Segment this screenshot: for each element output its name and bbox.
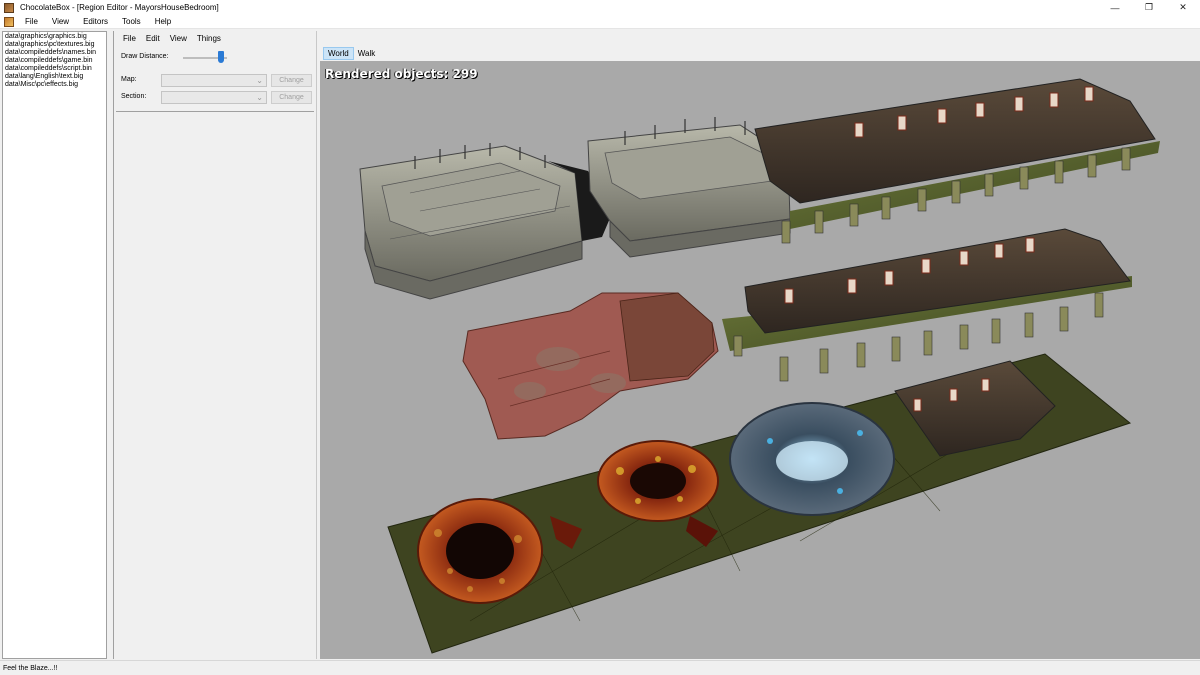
section-label: Section: bbox=[121, 93, 147, 100]
file-item[interactable]: data\graphics\pc\textures.big bbox=[5, 41, 104, 49]
chevron-down-icon: ⌄ bbox=[256, 76, 263, 85]
menu-help[interactable]: Help bbox=[148, 17, 178, 26]
editor-menu-things[interactable]: Things bbox=[192, 34, 226, 43]
stone-building-1 bbox=[359, 143, 613, 300]
file-item[interactable]: data\lang\English\text.big bbox=[5, 73, 104, 81]
main-menu-bar: File View Editors Tools Help bbox=[0, 15, 1200, 29]
mdi-window-icon[interactable] bbox=[4, 16, 14, 27]
section-change-button[interactable]: Change bbox=[271, 91, 312, 104]
menu-view[interactable]: View bbox=[45, 17, 76, 26]
treehouse-row-1 bbox=[754, 78, 1160, 244]
status-bar: Feel the Blaze...!! bbox=[0, 660, 1200, 675]
file-item[interactable]: data\Misc\pc\effects.big bbox=[5, 81, 104, 89]
map-select[interactable]: ⌄ bbox=[161, 74, 267, 87]
window-controls: — ❐ ✕ bbox=[1098, 0, 1200, 15]
menu-editors[interactable]: Editors bbox=[76, 17, 115, 26]
draw-distance-row: Draw Distance: bbox=[121, 49, 311, 63]
section-row: Section: bbox=[121, 93, 146, 100]
file-item[interactable]: data\compileddefs\game.bin bbox=[5, 57, 104, 65]
rendered-objects-counter: Rendered objects: 299 bbox=[325, 67, 478, 81]
region-editor-menu: File Edit View Things bbox=[114, 31, 316, 45]
tab-walk[interactable]: Walk bbox=[354, 47, 379, 60]
title-bar: ChocolateBox - [Region Editor - MayorsHo… bbox=[0, 0, 1200, 15]
window-title: ChocolateBox - [Region Editor - MayorsHo… bbox=[20, 3, 219, 12]
treehouse-row-2 bbox=[722, 228, 1132, 382]
pink-ruin bbox=[462, 292, 719, 440]
minimize-button[interactable]: — bbox=[1098, 0, 1132, 15]
map-label: Map: bbox=[121, 76, 137, 83]
menu-tools[interactable]: Tools bbox=[115, 17, 148, 26]
map-row: Map: bbox=[121, 76, 137, 83]
file-item[interactable]: data\graphics\graphics.big bbox=[5, 33, 104, 41]
viewport-tabs: World Walk bbox=[323, 46, 379, 60]
archive-file-list[interactable]: data\graphics\graphics.big data\graphics… bbox=[2, 31, 107, 659]
scene-render bbox=[359, 78, 1160, 654]
map-change-button[interactable]: Change bbox=[271, 74, 312, 87]
menu-file[interactable]: File bbox=[18, 17, 45, 26]
draw-distance-label: Draw Distance: bbox=[121, 52, 169, 60]
close-button[interactable]: ✕ bbox=[1166, 0, 1200, 15]
editor-menu-edit[interactable]: Edit bbox=[141, 34, 165, 43]
editor-menu-view[interactable]: View bbox=[165, 34, 192, 43]
panel-divider bbox=[116, 111, 314, 112]
crystal-structure bbox=[729, 402, 895, 516]
world-3d-viewport[interactable]: Rendered objects: 299 bbox=[320, 61, 1200, 659]
slider-thumb[interactable] bbox=[218, 51, 224, 63]
tab-world[interactable]: World bbox=[323, 46, 354, 60]
file-item[interactable]: data\compileddefs\script.bin bbox=[5, 65, 104, 73]
section-select[interactable]: ⌄ bbox=[161, 91, 267, 104]
editor-menu-file[interactable]: File bbox=[118, 34, 141, 43]
region-editor-panel: File Edit View Things Draw Distance: Map… bbox=[113, 31, 317, 659]
status-text: Feel the Blaze...!! bbox=[3, 664, 58, 672]
chevron-down-icon: ⌄ bbox=[256, 93, 263, 102]
maximize-button[interactable]: ❐ bbox=[1132, 0, 1166, 15]
file-item[interactable]: data\compileddefs\names.bin bbox=[5, 49, 104, 57]
app-icon bbox=[4, 2, 14, 13]
